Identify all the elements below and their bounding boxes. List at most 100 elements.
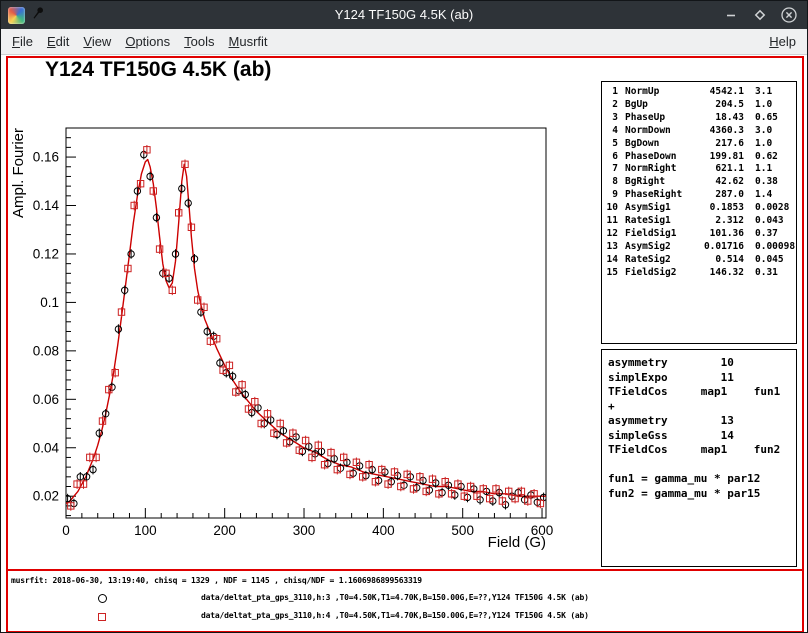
titlebar[interactable]: Y124 TF150G 4.5K (ab) [1,1,807,29]
legend-marker-square [98,613,106,621]
fit-parameters-box[interactable]: 1NormUp4542.13.12BgUp204.51.03PhaseUp18.… [601,81,797,344]
param-name: BgRight [618,176,696,189]
minimize-button[interactable] [722,6,740,24]
close-icon [780,6,798,24]
menu-item-options[interactable]: Options [118,29,177,54]
svg-text:0.12: 0.12 [33,246,59,261]
param-index: 13 [606,241,618,254]
param-name: AsymSig2 [618,241,696,254]
param-name: BgUp [618,99,696,112]
theory-line: + [608,400,796,415]
param-error: 1.1 [744,163,796,176]
param-name: FieldSig2 [618,267,696,280]
param-value: 217.6 [696,138,744,151]
param-value: 42.62 [696,176,744,189]
param-value: 4360.3 [696,125,744,138]
param-value: 204.5 [696,99,744,112]
param-value: 146.32 [696,267,744,280]
svg-text:500: 500 [451,523,474,538]
param-row: 5BgDown217.61.0 [606,138,796,151]
param-name: BgDown [618,138,696,151]
menu-item-view[interactable]: View [76,29,118,54]
param-value: 0.514 [696,254,744,267]
param-error: 1.0 [744,99,796,112]
param-name: PhaseRight [618,189,696,202]
legend-marker-circle [98,594,107,603]
param-error: 1.4 [744,189,796,202]
svg-text:0.06: 0.06 [33,392,59,407]
fit-stats-line: musrfit: 2018-06-30, 13:19:40, chisq = 1… [11,576,422,585]
param-error: 0.65 [744,112,796,125]
param-name: RateSig2 [618,254,696,267]
menu-item-musrfit[interactable]: Musrfit [222,29,275,54]
param-value: 0.1853 [696,202,744,215]
param-index: 11 [606,215,618,228]
param-error: 0.62 [744,151,796,164]
theory-line: fun2 = gamma_mu * par15 [608,487,796,502]
close-button[interactable] [780,6,798,24]
param-row: 11RateSig12.3120.043 [606,215,796,228]
maximize-icon [752,7,768,23]
legend-text: data/deltat_pta_gps_3110,h:4 ,T0=4.50K,T… [201,611,589,620]
fourier-amplitude-plot[interactable]: 01002003004005006000.020.040.060.080.10.… [1,55,601,571]
app-icon [8,7,25,24]
param-index: 1 [606,86,618,99]
param-value: 101.36 [696,228,744,241]
menu-item-edit[interactable]: Edit [40,29,76,54]
menu-item-tools[interactable]: Tools [177,29,221,54]
pad-divider [6,569,804,571]
param-error: 0.0028 [744,202,796,215]
svg-text:0.04: 0.04 [33,440,60,455]
param-value: 2.312 [696,215,744,228]
param-row: 9PhaseRight287.01.4 [606,189,796,202]
svg-text:0: 0 [62,523,70,538]
param-value: 287.0 [696,189,744,202]
pin-icon [31,6,45,25]
theory-line: simpleGss 14 [608,429,796,444]
theory-line [608,458,796,473]
param-value: 0.01716 [696,241,744,254]
app-window: Y124 TF150G 4.5K (ab) FileEd [0,0,808,633]
param-row: 6PhaseDown199.810.62 [606,151,796,164]
theory-line: simplExpo 11 [608,371,796,386]
theory-line: TFieldCos map1 fun2 [608,443,796,458]
window-title: Y124 TF150G 4.5K (ab) [1,1,807,29]
theory-box[interactable]: asymmetry 10simplExpo 11TFieldCos map1 f… [601,349,797,567]
param-name: NormUp [618,86,696,99]
root-canvas[interactable]: Y124 TF150G 4.5K (ab) 010020030040050060… [1,55,808,633]
theory-line: fun1 = gamma_mu * par12 [608,472,796,487]
theory-line: asymmetry 10 [608,356,796,371]
param-row: 10AsymSig10.18530.0028 [606,202,796,215]
param-error: 3.0 [744,125,796,138]
param-error: 3.1 [744,86,796,99]
param-error: 0.043 [744,215,796,228]
legend-entry: data/deltat_pta_gps_3110,h:4 ,T0=4.50K,T… [1,609,808,627]
svg-text:0.1: 0.1 [40,295,59,310]
svg-text:Field (G): Field (G) [488,534,546,551]
param-error: 0.37 [744,228,796,241]
param-error: 0.045 [744,254,796,267]
param-row: 2BgUp204.51.0 [606,99,796,112]
param-error: 0.00098 [744,241,796,254]
maximize-button[interactable] [751,6,769,24]
param-row: 1NormUp4542.13.1 [606,86,796,99]
menu-item-file[interactable]: File [5,29,40,54]
param-value: 4542.1 [696,86,744,99]
param-name: NormRight [618,163,696,176]
param-name: NormDown [618,125,696,138]
svg-text:Ampl. Fourier: Ampl. Fourier [10,128,27,218]
param-name: AsymSig1 [618,202,696,215]
param-row: 8BgRight42.620.38 [606,176,796,189]
menu-item-help[interactable]: Help [762,29,803,54]
svg-text:100: 100 [134,523,157,538]
menubar-right: Help [762,29,803,54]
param-index: 12 [606,228,618,241]
param-row: 14RateSig20.5140.045 [606,254,796,267]
menubar-items: FileEditViewOptionsToolsMusrfit [5,29,275,54]
param-name: FieldSig1 [618,228,696,241]
theory-line: TFieldCos map1 fun1 [608,385,796,400]
param-row: 13AsymSig20.017160.00098 [606,241,796,254]
legend-text: data/deltat_pta_gps_3110,h:3 ,T0=4.50K,T… [201,593,589,602]
param-error: 1.0 [744,138,796,151]
param-row: 12FieldSig1101.360.37 [606,228,796,241]
